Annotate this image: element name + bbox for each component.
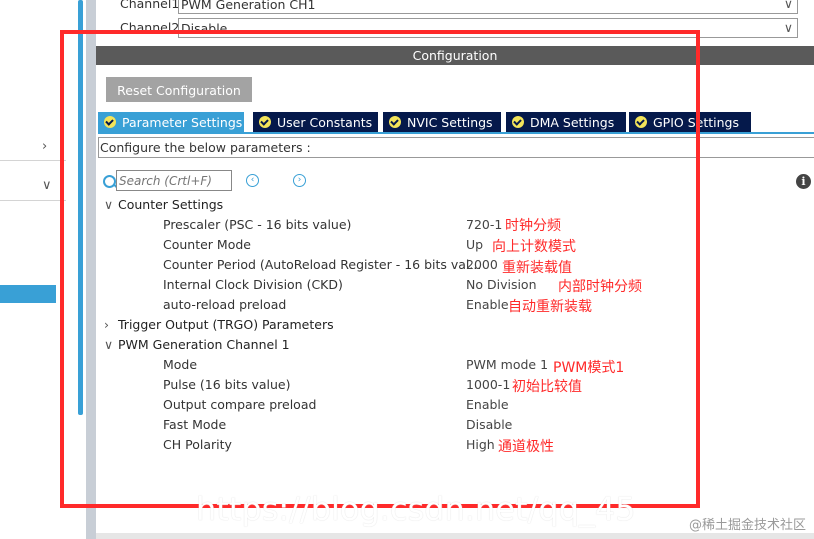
credit-text: @稀土掘金技术社区 [688, 518, 806, 533]
chevron-down-icon[interactable]: ∨ [784, 20, 793, 35]
channel1-row: Channel1 PWM Generation CH1 ∨ [96, 0, 814, 14]
channel1-value: PWM Generation CH1 [181, 0, 316, 12]
divider [0, 160, 66, 161]
chevron-down-icon[interactable]: ∨ [42, 178, 52, 193]
highlight-box [60, 30, 700, 508]
divider [0, 200, 66, 201]
channel1-label: Channel1 [120, 0, 180, 11]
chevron-right-icon[interactable]: › [42, 139, 47, 154]
info-icon[interactable]: i [796, 174, 811, 189]
chevron-down-icon[interactable]: ∨ [784, 0, 793, 11]
channel1-select[interactable]: PWM Generation CH1 ∨ [178, 0, 798, 14]
selected-tree-item[interactable] [0, 285, 56, 303]
horizontal-scrollbar[interactable] [96, 533, 814, 539]
watermark-text: https://blog.csdn.net/qq_45 [196, 490, 636, 528]
